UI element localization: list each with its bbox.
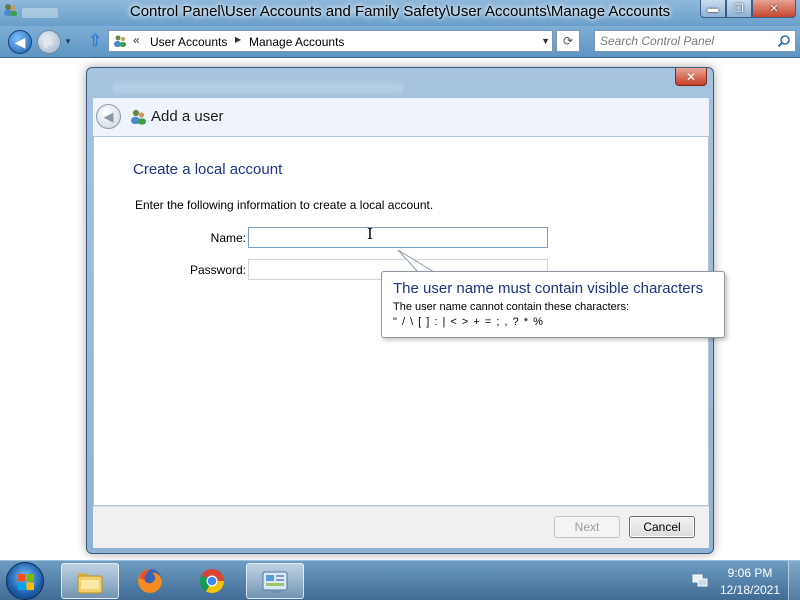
folder-icon — [77, 573, 103, 594]
search-icon[interactable] — [777, 34, 791, 48]
window-title-bar[interactable]: Control Panel\User Accounts and Family S… — [0, 0, 800, 26]
control-panel-icon — [262, 571, 288, 593]
right-arrow-icon: ▶ — [43, 33, 55, 50]
minimize-button[interactable]: ▬ — [700, 0, 726, 18]
search-box[interactable] — [594, 30, 796, 52]
breadcrumb-manage-accounts[interactable]: Manage Accounts — [249, 35, 344, 49]
left-arrow-icon: ◀ — [14, 33, 26, 50]
taskbar-chrome-button[interactable] — [184, 563, 242, 599]
forward-button[interactable]: ▶ — [37, 30, 61, 54]
dialog-close-button[interactable]: ✕ — [675, 68, 707, 86]
back-button[interactable]: ◀ — [8, 30, 32, 54]
close-button[interactable]: ✕ — [752, 0, 796, 18]
network-icon[interactable] — [692, 574, 708, 588]
address-bar[interactable]: « User Accounts ▶ Manage Accounts ▼ — [108, 30, 553, 52]
recent-pages-dropdown-icon[interactable]: ▼ — [64, 37, 72, 46]
taskbar-explorer-button[interactable] — [61, 563, 119, 599]
chrome-icon — [199, 569, 224, 594]
balloon-message: The user name cannot contain these chara… — [393, 301, 630, 313]
name-field[interactable] — [248, 227, 548, 248]
name-label: Name: — [210, 231, 246, 245]
refresh-button[interactable]: ⟳ — [556, 30, 580, 52]
firefox-icon — [138, 569, 162, 593]
user-accounts-icon — [131, 109, 146, 125]
start-button[interactable] — [6, 562, 44, 600]
balloon-invalid-characters: " / \ [ ] : | < > + = ; , ? * % — [393, 316, 544, 328]
address-dropdown-icon[interactable]: ▼ — [541, 36, 550, 46]
caption-buttons: ▬ ❐ ✕ — [700, 0, 796, 18]
taskbar-control-panel-button[interactable] — [246, 563, 304, 599]
search-input[interactable] — [595, 31, 771, 51]
breadcrumb-overflow-icon[interactable]: « — [133, 33, 140, 47]
validation-balloon: The user name must contain visible chara… — [381, 271, 725, 338]
breadcrumb-separator-icon[interactable]: ▶ — [235, 35, 241, 44]
section-title: Create a local account — [133, 161, 283, 178]
dialog-header: ◀ Add a user — [93, 98, 709, 136]
dialog-title: Add a user — [151, 108, 224, 125]
breadcrumb-user-accounts[interactable]: User Accounts — [150, 35, 227, 49]
clock-time[interactable]: 9:06 PM — [716, 566, 784, 580]
next-button[interactable]: Next — [554, 516, 620, 538]
control-panel-icon — [114, 35, 126, 47]
refresh-icon: ⟳ — [562, 34, 574, 48]
navigation-bar: ◀ ▶ ▼ ⇧ « User Accounts ▶ Manage Account… — [0, 26, 800, 58]
taskbar: 9:06 PM 12/18/2021 — [0, 560, 800, 600]
cancel-button[interactable]: Cancel — [629, 516, 695, 538]
dialog-frame-blur — [113, 82, 403, 94]
clock-date[interactable]: 12/18/2021 — [716, 583, 784, 597]
text-cursor-icon: I — [367, 225, 373, 243]
window-title: Control Panel\User Accounts and Family S… — [129, 3, 671, 20]
up-arrow-icon[interactable]: ⇧ — [88, 31, 102, 51]
maximize-button[interactable]: ❐ — [726, 0, 752, 18]
windows-logo-icon — [18, 574, 34, 590]
password-label: Password: — [189, 263, 246, 277]
instructions-text: Enter the following information to creat… — [135, 198, 434, 212]
left-arrow-icon: ◀ — [103, 108, 114, 124]
balloon-title: The user name must contain visible chara… — [393, 280, 704, 297]
taskbar-firefox-button[interactable] — [122, 563, 180, 599]
show-desktop-button[interactable] — [788, 561, 800, 600]
dialog-back-button[interactable]: ◀ — [96, 104, 121, 129]
dialog-footer: Next Cancel — [93, 506, 709, 548]
